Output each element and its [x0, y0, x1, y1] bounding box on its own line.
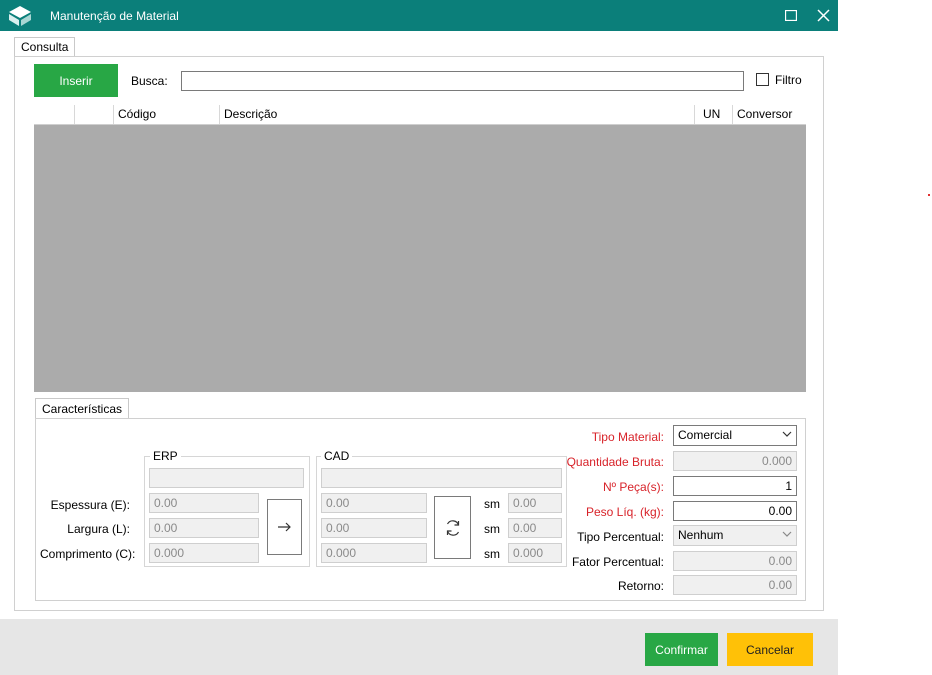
- window-title: Manutenção de Material: [50, 9, 179, 23]
- erp-comprimento-field[interactable]: 0.000: [149, 543, 259, 563]
- n-peca-field[interactable]: 1: [673, 476, 797, 496]
- cad-comprimento-field[interactable]: 0.000: [321, 543, 427, 563]
- erp-espessura-field[interactable]: 0.00: [149, 493, 259, 513]
- peso-liq-field[interactable]: 0.00: [673, 501, 797, 521]
- comprimento-label: Comprimento (C):: [40, 547, 136, 561]
- espessura-label: Espessura (E):: [50, 498, 130, 512]
- grid-col-codigo[interactable]: Código: [114, 105, 220, 124]
- erp-largura-field[interactable]: 0.00: [149, 518, 259, 538]
- cancel-button[interactable]: Cancelar: [727, 633, 813, 666]
- fator-percentual-field[interactable]: 0.00: [673, 551, 797, 571]
- material-maintenance-window: Manutenção de Material Consulta Inserir …: [0, 0, 838, 675]
- insert-button[interactable]: Inserir: [34, 64, 118, 97]
- chevron-down-icon: [782, 431, 792, 437]
- tipo-material-select[interactable]: Comercial: [673, 425, 797, 446]
- n-peca-label: Nº Peça(s):: [602, 480, 664, 494]
- grid-header: Código Descrição UN Conversor: [34, 105, 806, 125]
- cad-largura-field[interactable]: 0.00: [321, 518, 427, 538]
- sm-label-largura: sm: [484, 522, 500, 536]
- tipo-percentual-value: Nenhum: [678, 528, 724, 542]
- largura-label: Largura (L):: [67, 522, 130, 536]
- tipo-material-label: Tipo Material:: [591, 430, 664, 444]
- tab-caracteristicas[interactable]: Características: [35, 398, 130, 419]
- stray-mark: [928, 194, 930, 196]
- close-button[interactable]: [806, 0, 840, 31]
- peso-liq-label: Peso Líq. (kg):: [585, 505, 664, 519]
- cad-group-title: CAD: [321, 449, 353, 463]
- refresh-icon: [446, 519, 459, 536]
- filter-label: Filtro: [775, 73, 802, 87]
- materials-grid[interactable]: Código Descrição UN Conversor: [34, 105, 806, 392]
- grid-col-icon[interactable]: [75, 105, 114, 124]
- cad-espessura-field[interactable]: 0.00: [321, 493, 427, 513]
- quantidade-bruta-label: Quantidade Bruta:: [566, 455, 664, 469]
- confirm-button[interactable]: Confirmar: [645, 633, 718, 666]
- arrow-right-icon: [277, 522, 291, 532]
- grid-col-select[interactable]: [34, 105, 75, 124]
- chevron-down-icon: [782, 531, 792, 537]
- tipo-percentual-label: Tipo Percentual:: [577, 530, 664, 544]
- grid-col-conversor[interactable]: Conversor: [733, 105, 806, 124]
- tab-consulta[interactable]: Consulta: [14, 37, 76, 57]
- sm-espessura-field[interactable]: 0.00: [508, 493, 562, 513]
- quantidade-bruta-field[interactable]: 0.000: [673, 451, 797, 471]
- app-logo-icon: [8, 5, 32, 27]
- maximize-icon: [785, 10, 797, 21]
- fator-percentual-label: Fator Percentual:: [571, 555, 664, 569]
- sm-label-espessura: sm: [484, 497, 500, 511]
- retorno-label: Retorno:: [617, 579, 664, 593]
- tipo-material-value: Comercial: [678, 428, 733, 442]
- tipo-percentual-select[interactable]: Nenhum: [673, 525, 797, 546]
- sm-comprimento-field[interactable]: 0.000: [508, 543, 562, 563]
- search-label: Busca:: [131, 74, 168, 88]
- grid-col-un[interactable]: UN: [695, 105, 733, 124]
- retorno-field[interactable]: 0.00: [673, 575, 797, 595]
- sm-largura-field[interactable]: 0.00: [508, 518, 562, 538]
- erp-name-field[interactable]: [149, 468, 304, 488]
- search-input[interactable]: [181, 71, 744, 91]
- filter-checkbox[interactable]: [756, 73, 769, 86]
- maximize-button[interactable]: [774, 0, 808, 31]
- grid-col-descricao[interactable]: Descrição: [220, 105, 695, 124]
- cad-name-field[interactable]: [321, 468, 562, 488]
- sync-cad-button[interactable]: [434, 496, 471, 559]
- erp-group-title: ERP: [150, 449, 181, 463]
- title-bar: Manutenção de Material: [0, 0, 838, 31]
- transfer-to-cad-button[interactable]: [267, 499, 302, 555]
- close-icon: [816, 9, 830, 22]
- sm-label-comprimento: sm: [484, 547, 500, 561]
